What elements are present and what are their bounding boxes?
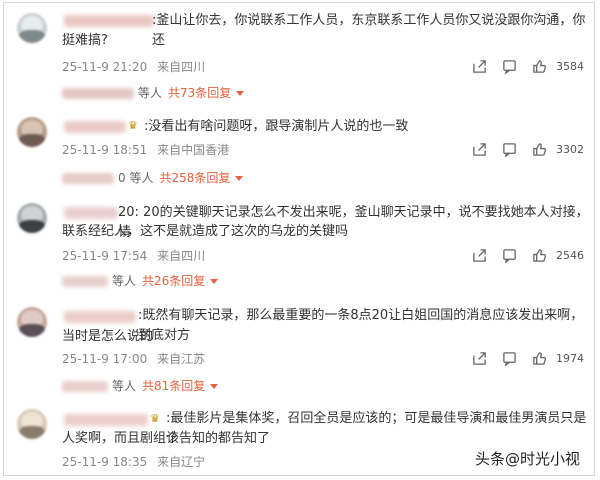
reply-users-blurred (62, 88, 134, 99)
like-count: 3302 (556, 142, 584, 156)
comment-meta: 25-11-9 21:20 来自四川 (62, 58, 211, 75)
reply-summary[interactable]: 等人 共81条回复 (62, 377, 219, 394)
username-blurred[interactable] (64, 15, 154, 27)
reply-count[interactable]: 共73条回复 (168, 86, 231, 100)
avatar[interactable] (17, 409, 47, 439)
crown-badge-icon: ♛ (128, 119, 138, 132)
comment-icon[interactable] (494, 246, 524, 264)
comment-actions: 2546 (464, 246, 584, 264)
comment-text-cont: 当时是怎么说的 (62, 329, 154, 344)
comment-location: 来自四川 (157, 249, 206, 263)
comment-meta: 25-11-9 18:51 来自中国香港 (62, 141, 235, 158)
comment-meta: 25-11-9 18:35 来自辽宁 (62, 453, 211, 470)
comment-date: 25-11-9 21:20 (62, 60, 148, 74)
username-blurred[interactable] (64, 414, 148, 426)
avatar[interactable] (17, 117, 47, 147)
comment-text-line1: :釜山让你去，你说联系工作人员，东京联系工作人员你又说没跟你沟通，你还 (152, 13, 586, 48)
comment-location: 来自四川 (157, 60, 206, 74)
comment-date: 25-11-9 17:54 (62, 249, 148, 263)
avatar[interactable] (17, 307, 47, 337)
reply-count[interactable]: 共81条回复 (142, 379, 205, 393)
chevron-down-icon[interactable] (236, 91, 245, 96)
avatar[interactable] (17, 13, 47, 43)
comment-icon[interactable] (494, 349, 524, 367)
reply-summary[interactable]: 0 等人 共258条回复 (62, 169, 244, 186)
comment-date: 25-11-9 18:51 (62, 143, 148, 157)
share-icon[interactable] (464, 246, 494, 264)
comment-text-cont: 联系经纪人，这不是就造成了这次的乌龙的关键吗 (62, 224, 349, 239)
share-icon[interactable] (464, 140, 494, 158)
comment-text-cont: 人奖啊，而且剧组该告知的都告知了 (62, 431, 271, 446)
comment-item: :釜山让你去，你说联系工作人员，东京联系工作人员你又说没跟你沟通，你还 挺难搞?… (4, 3, 594, 103)
avatar[interactable] (17, 203, 47, 233)
comment-icon[interactable] (494, 57, 524, 75)
reply-users-blurred (62, 173, 114, 184)
username-blurred[interactable] (64, 207, 118, 219)
reply-count[interactable]: 共258条回复 (159, 171, 230, 185)
comment-actions: 3302 (464, 140, 584, 158)
comment-actions: 3584 (464, 57, 584, 75)
like-count: 1974 (556, 351, 584, 365)
comment-item: 20: 20的关键聊天记录怎么不发出来呢，釜山聊天记录中，说不要找她本人对接，请… (4, 199, 594, 299)
comment-meta: 25-11-9 17:54 来自四川 (62, 247, 211, 264)
chevron-down-icon[interactable] (210, 384, 219, 389)
comment-date: 25-11-9 18:35 (62, 455, 148, 469)
like-count: 2546 (556, 248, 584, 262)
comment-location: 来自江苏 (157, 352, 206, 366)
thumbs-up-icon[interactable] (524, 140, 554, 158)
reply-users-blurred (62, 276, 108, 287)
thumbs-up-icon[interactable] (524, 349, 554, 367)
username-blurred[interactable] (64, 121, 126, 133)
like-count: 3584 (556, 59, 584, 73)
reply-summary[interactable]: 等人 共73条回复 (62, 84, 245, 101)
comment-date: 25-11-9 17:00 (62, 352, 148, 366)
watermark: 头条@时光小视 (474, 450, 580, 468)
reply-users-blurred (62, 381, 108, 392)
thumbs-up-icon[interactable] (524, 246, 554, 264)
comment-location: 来自辽宁 (157, 455, 206, 469)
comment-icon[interactable] (494, 140, 524, 158)
share-icon[interactable] (464, 349, 494, 367)
chevron-down-icon[interactable] (210, 279, 219, 284)
reply-count[interactable]: 共26条回复 (142, 274, 205, 288)
comment-text: :没看出有啥问题呀，跟导演制片人说的也一致 (144, 119, 409, 134)
comment-actions: 1974 (464, 349, 584, 367)
reply-summary[interactable]: 等人 共26条回复 (62, 272, 219, 289)
comment-item: ♛ :没看出有啥问题呀，跟导演制片人说的也一致 25-11-9 18:51 来自… (4, 111, 594, 193)
comment-meta: 25-11-9 17:00 来自江苏 (62, 350, 211, 367)
comment-item: :既然有聊天记录，那么最重要的一条8点20让白姐回国的消息应该发出来啊，到底对方… (4, 303, 594, 403)
comment-list: :釜山让你去，你说联系工作人员，东京联系工作人员你又说没跟你沟通，你还 挺难搞?… (3, 2, 595, 476)
comment-text-cont: 挺难搞? (62, 33, 108, 48)
comment-text: :釜山让你去，你说联系工作人员，东京联系工作人员你又说没跟你沟通，你还 (152, 11, 592, 51)
thumbs-up-icon[interactable] (524, 57, 554, 75)
comment-location: 来自中国香港 (157, 143, 230, 157)
chevron-down-icon[interactable] (235, 176, 244, 181)
comment-text: :既然有聊天记录，那么最重要的一条8点20让白姐回国的消息应该发出来啊，到底对方 (138, 308, 584, 343)
username-blurred[interactable] (64, 311, 136, 323)
crown-badge-icon: ♛ (150, 412, 160, 425)
share-icon[interactable] (464, 57, 494, 75)
